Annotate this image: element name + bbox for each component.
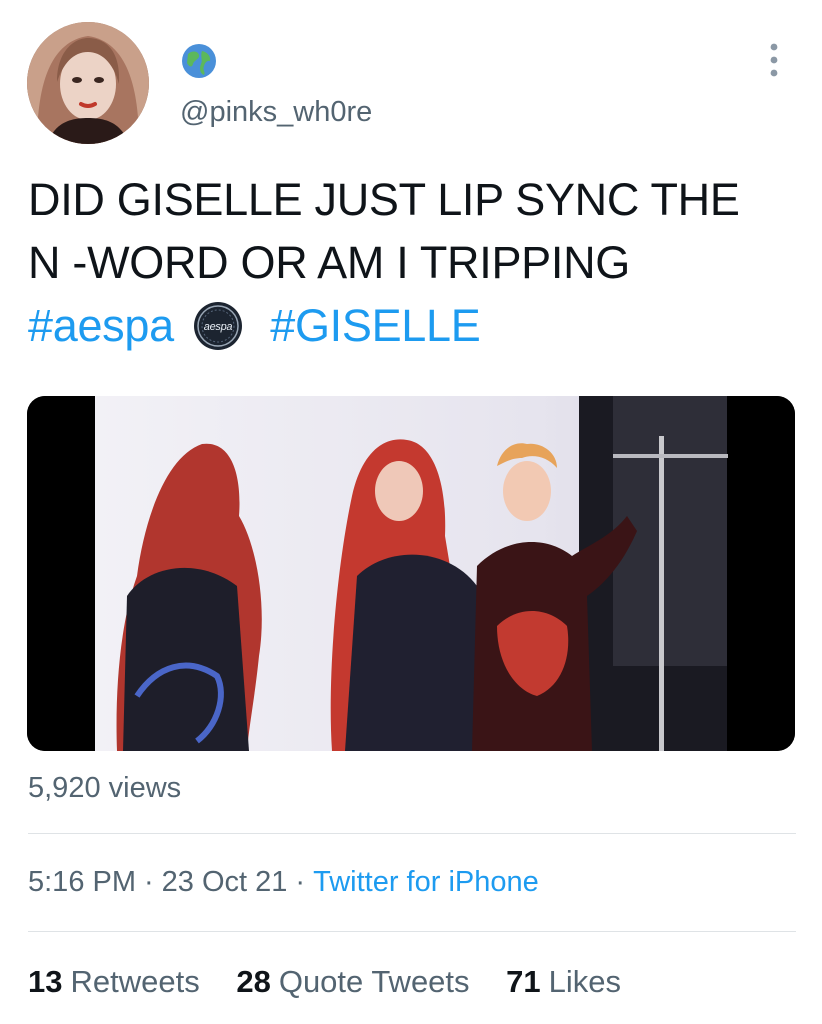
divider xyxy=(28,931,796,932)
quote-tweets-stat[interactable]: 28 Quote Tweets xyxy=(236,964,469,1000)
divider xyxy=(28,833,796,834)
separator: · xyxy=(144,866,154,898)
tweet-metadata: 5:16 PM · 23 Oct 21 · Twitter for iPhone xyxy=(28,866,539,899)
likes-count: 71 xyxy=(506,964,541,999)
hashflag-text: aespa xyxy=(204,321,233,333)
hashtag-line: #aespa aespa #GISELLE xyxy=(28,294,798,358)
hashtag-aespa[interactable]: #aespa xyxy=(28,300,174,351)
avatar-photo xyxy=(27,22,149,144)
quote-tweets-label: Quote Tweets xyxy=(278,964,470,999)
video-player[interactable] xyxy=(27,396,795,751)
aespa-hashflag-icon: aespa xyxy=(192,300,244,352)
globe-icon xyxy=(180,42,218,80)
tweet-date[interactable]: 23 Oct 21 xyxy=(162,866,288,898)
separator: · xyxy=(295,866,306,898)
tweet-time[interactable]: 5:16 PM xyxy=(28,866,136,898)
tweet-text-line-2: N -WORD OR AM I TRIPPING xyxy=(28,237,630,288)
retweets-count: 13 xyxy=(28,964,63,999)
retweets-stat[interactable]: 13 Retweets xyxy=(28,964,200,1000)
tweet-text: DID GISELLE JUST LIP SYNC THE N -WORD OR… xyxy=(28,168,798,358)
likes-label: Likes xyxy=(548,964,622,999)
avatar[interactable] xyxy=(27,22,149,144)
view-count: 5,920 views xyxy=(28,772,182,804)
quote-tweets-count: 28 xyxy=(236,964,271,999)
tweet-detail: @pinks_wh0re DID GISELLE JUST LIP SYNC T… xyxy=(0,0,822,1024)
tweet-text-line-1: DID GISELLE JUST LIP SYNC THE xyxy=(28,174,740,225)
tweet-source-link[interactable]: Twitter for iPhone xyxy=(313,866,539,898)
engagement-stats: 13 Retweets 28 Quote Tweets 71 Likes xyxy=(28,964,649,1000)
video-thumbnail xyxy=(27,396,795,751)
more-options-icon[interactable] xyxy=(762,40,786,80)
hashtag-giselle[interactable]: #GISELLE xyxy=(270,300,481,351)
author-handle[interactable]: @pinks_wh0re xyxy=(180,96,372,129)
likes-stat[interactable]: 71 Likes xyxy=(506,964,621,1000)
retweets-label: Retweets xyxy=(70,964,200,999)
